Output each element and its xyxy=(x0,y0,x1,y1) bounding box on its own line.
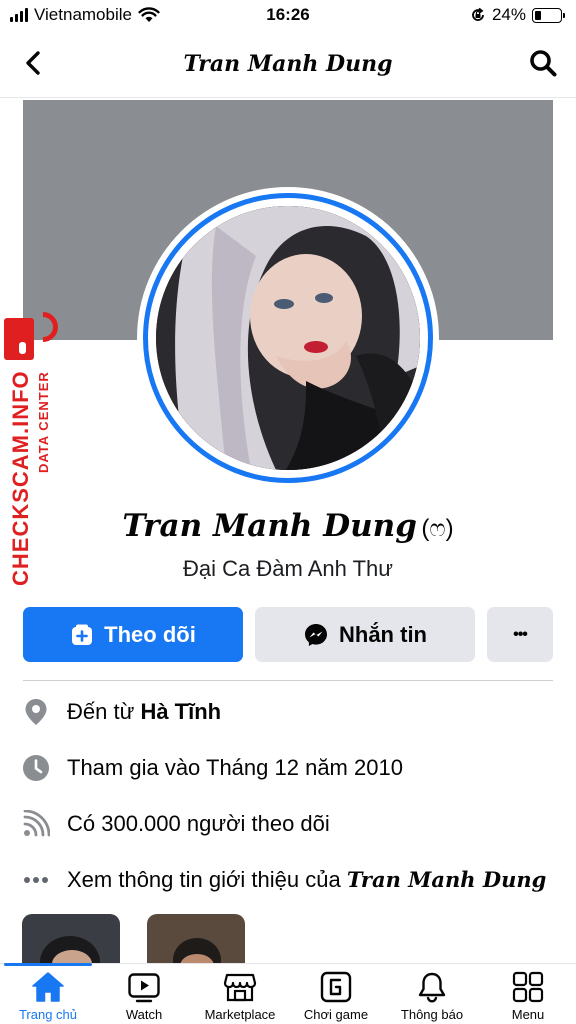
nav-home-label: Trang chủ xyxy=(18,1007,78,1022)
nav-watch[interactable]: Watch xyxy=(96,964,192,1024)
follow-label: Theo dõi xyxy=(104,621,196,647)
lock-icon xyxy=(4,318,34,360)
intro-joined: Tham gia vào Tháng 12 năm 2010 xyxy=(20,748,560,788)
nav-menu[interactable]: Menu xyxy=(480,964,576,1024)
nav-home[interactable]: Trang chủ xyxy=(0,963,96,1024)
profile-bio: Đại Ca Đàm Anh Thư xyxy=(183,556,393,581)
home-icon xyxy=(32,972,64,1002)
search-icon xyxy=(530,50,557,77)
gaming-icon xyxy=(320,971,352,1003)
profile-picture-image xyxy=(156,206,420,470)
nav-gaming-label: Chơi game xyxy=(303,1007,369,1022)
watermark-subtitle: DATA CENTER xyxy=(36,371,51,473)
profile-name-line: Tran Manh Dung (ෆ) xyxy=(0,508,576,544)
clock-icon xyxy=(20,752,52,784)
story-ring xyxy=(143,193,433,483)
orientation-lock-icon xyxy=(472,7,484,21)
intro-hometown[interactable]: Đến từ Hà Tĩnh xyxy=(20,692,560,732)
profile-header: Tran Manh Dung xyxy=(0,32,576,98)
profile-nickname: (ෆ) xyxy=(421,515,454,542)
follow-button[interactable]: Theo dõi xyxy=(23,607,243,662)
intro-see-about-text: Xem thông tin giới thiệu của Tran Manh D… xyxy=(67,867,546,893)
marketplace-icon xyxy=(223,973,257,1002)
intro-followers[interactable]: Có 300.000 người theo dõi xyxy=(20,804,560,844)
nav-marketplace-label: Marketplace xyxy=(204,1007,276,1022)
divider xyxy=(23,680,553,681)
message-label: Nhắn tin xyxy=(339,621,427,647)
intro-hometown-text: Đến từ Hà Tĩnh xyxy=(67,699,221,725)
menu-grid-icon xyxy=(512,971,544,1003)
checkscam-watermark: CHECKSCAM.INFO DATA CENTER xyxy=(2,305,65,588)
friend-photo[interactable] xyxy=(147,914,245,964)
search-button[interactable] xyxy=(526,46,560,80)
intro-followers-text: Có 300.000 người theo dõi xyxy=(67,811,330,836)
intro-see-about[interactable]: Xem thông tin giới thiệu của Tran Manh D… xyxy=(20,860,560,900)
status-bar: Vietnamobile 16:26 24% xyxy=(0,0,576,32)
battery-level xyxy=(535,10,541,20)
message-button[interactable]: Nhắn tin xyxy=(255,607,475,662)
nav-menu-label: Menu xyxy=(511,1007,545,1022)
more-horizontal-icon xyxy=(20,864,52,896)
nav-watch-label: Watch xyxy=(125,1007,163,1022)
more-dots-icon: ••• xyxy=(513,625,528,643)
rss-followers-icon xyxy=(20,808,52,840)
friend-photo[interactable] xyxy=(22,914,120,964)
nav-notifications-label: Thông báo xyxy=(400,1007,464,1022)
bell-icon xyxy=(418,972,446,1003)
hometown-prefix: Đến từ xyxy=(67,699,141,724)
battery-icon xyxy=(532,7,565,23)
intro-joined-text: Tham gia vào Tháng 12 năm 2010 xyxy=(67,755,403,780)
bottom-navigation: Trang chủ Watch Marketplace Chơi game Th… xyxy=(0,963,576,1024)
profile-name: Tran Manh Dung xyxy=(122,508,417,544)
more-options-button[interactable]: ••• xyxy=(487,607,553,662)
hometown-place: Hà Tĩnh xyxy=(140,699,222,724)
follow-plus-icon xyxy=(72,624,93,645)
messenger-icon xyxy=(305,623,327,646)
status-right: 24% xyxy=(470,5,565,25)
profile-picture-frame[interactable] xyxy=(137,187,439,489)
nav-gaming[interactable]: Chơi game xyxy=(288,964,384,1024)
profile-picture[interactable] xyxy=(156,206,420,470)
watermark-site: CHECKSCAM.INFO xyxy=(8,370,33,586)
header-title: Tran Manh Dung xyxy=(183,51,393,77)
battery-percent: 24% xyxy=(491,5,526,24)
nav-marketplace[interactable]: Marketplace xyxy=(192,964,288,1024)
see-about-name: Tran Manh Dung xyxy=(346,867,547,892)
nav-notifications[interactable]: Thông báo xyxy=(384,964,480,1024)
see-about-prefix: Xem thông tin giới thiệu của xyxy=(67,867,347,892)
location-pin-icon xyxy=(20,696,52,728)
watch-icon xyxy=(128,973,160,1003)
